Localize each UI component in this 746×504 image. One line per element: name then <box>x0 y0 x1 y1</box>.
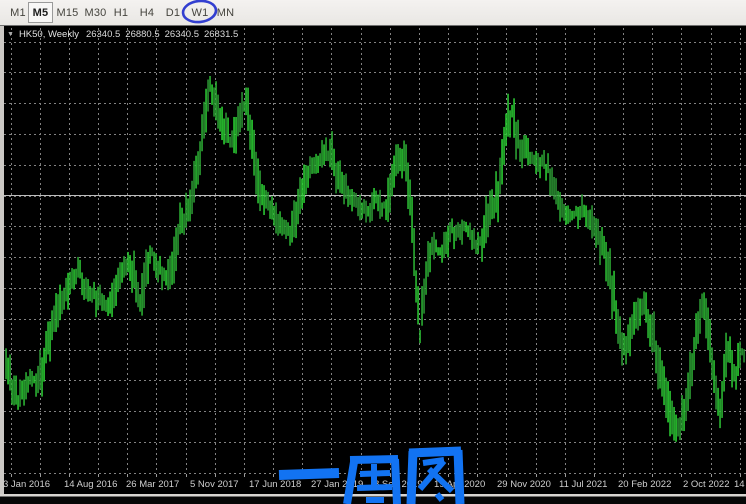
timeframe-button-mn[interactable]: MN <box>214 4 237 22</box>
timeframe-button-m1[interactable]: M1 <box>8 4 28 22</box>
timeframe-button-m30[interactable]: M30 <box>82 4 109 22</box>
timeframe-button-m15[interactable]: M15 <box>54 4 81 22</box>
timeframe-button-d1[interactable]: D1 <box>163 4 183 22</box>
chart-dropdown-icon[interactable]: ▼ <box>7 31 14 38</box>
ohlc-high: 26880.5 <box>125 29 159 40</box>
metatrader-window: M1M5M15M30H1 H4 D1 W1MN ▼ HK50, Weekly 2634… <box>0 0 746 504</box>
ohlc-low: 26340.5 <box>165 29 199 40</box>
ohlc-close: 26831.5 <box>204 29 238 40</box>
timeframe-button-m5[interactable]: M5 <box>28 2 53 23</box>
timeframe-button-w1[interactable]: W1 <box>188 4 212 22</box>
chart-title: ▼ HK50, Weekly 26340.5 26880.5 26340.5 2… <box>7 29 243 40</box>
chart-symbol-label: HK50, Weekly <box>19 29 79 40</box>
timeframe-toolbar: M1M5M15M30H1 H4 D1 W1MN <box>0 0 746 26</box>
price-chart-canvas[interactable] <box>0 0 746 504</box>
ohlc-open: 26340.5 <box>86 29 120 40</box>
timeframe-button-h4[interactable]: H4 <box>137 4 157 22</box>
timeframe-button-h1[interactable]: H1 <box>111 4 131 22</box>
